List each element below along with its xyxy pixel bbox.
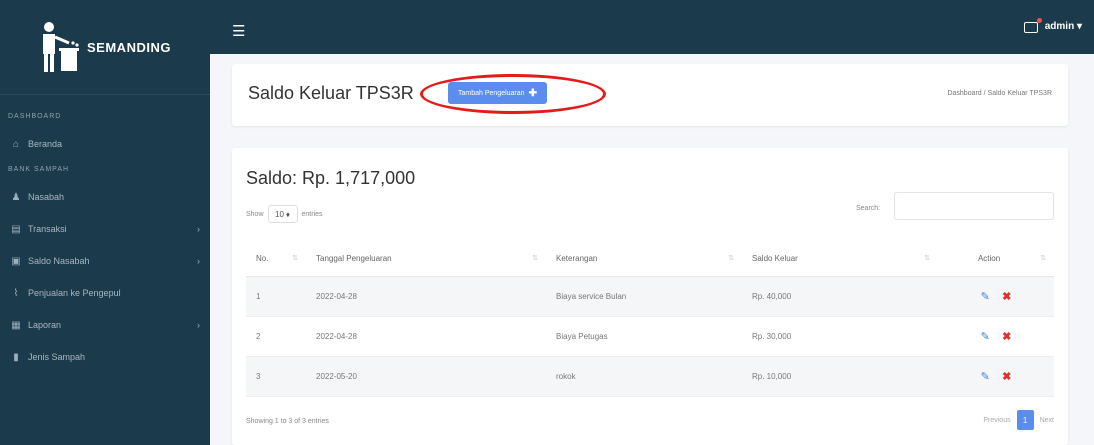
sidebar-section-bank-sampah: BANK SAMPAH <box>8 166 70 173</box>
trash-icon: ▮ <box>13 351 19 363</box>
page-header: Saldo Keluar TPS3R Tambah Pengeluaran ✚ … <box>232 64 1068 126</box>
select-arrow-icon: ♦ <box>285 209 291 219</box>
cell-action: ✎ ✖ <box>938 276 1054 316</box>
table-info: Showing 1 to 3 of 3 entries <box>246 418 329 425</box>
cell-no: 1 <box>256 291 261 301</box>
cell-no: 2 <box>256 331 261 341</box>
users-icon: ♟ <box>11 191 21 203</box>
delete-icon[interactable]: ✖ <box>1002 290 1011 303</box>
table-row: 2 2022-04-28 Biaya Petugas Rp. 30,000 ✎ … <box>246 316 1054 356</box>
expense-table: No. ⇅ Tanggal Pengeluaran ⇅ Keterangan ⇅ Sa… <box>246 242 1054 397</box>
sidebar-item-label: Beranda <box>28 139 63 149</box>
entries-value: 10 <box>275 209 284 219</box>
cell-tanggal: 2022-04-28 <box>316 291 357 301</box>
search-label: Search: <box>856 205 881 212</box>
saldo-total: Saldo: Rp. 1,717,000 <box>246 168 416 188</box>
notification-dot <box>1037 18 1042 23</box>
sort-icon: ⇅ <box>728 255 734 263</box>
edit-icon[interactable]: ✎ <box>981 290 990 303</box>
cell-saldo: Rp. 40,000 <box>752 291 792 301</box>
report-icon: ▦ <box>11 319 21 331</box>
sort-icon: ⇅ <box>532 255 538 263</box>
cell-tanggal: 2022-04-28 <box>316 331 357 341</box>
pagination: Previous 1 Next <box>983 410 1054 430</box>
main-card: Saldo: Rp. 1,717,000 Show 10 ♦ entries S… <box>232 148 1068 445</box>
mail-icon[interactable] <box>1024 22 1038 33</box>
table-row: 3 2022-05-20 rokok Rp. 10,000 ✎ ✖ <box>246 356 1054 396</box>
entries-select[interactable]: 10 ♦ <box>267 205 298 223</box>
sort-icon: ⇅ <box>924 255 930 263</box>
brand-logo: SEMANDING <box>39 19 171 75</box>
pagination-previous[interactable]: Previous <box>983 417 1010 424</box>
caret-down-icon: ▾ <box>1076 21 1082 32</box>
entries-label: entries <box>301 210 323 218</box>
chevron-right-icon: › <box>197 256 200 266</box>
sidebar-item-nasabah[interactable]: ♟ Nasabah <box>0 181 210 213</box>
breadcrumb: Dashboard / Saldo Keluar TPS3R <box>947 90 1052 97</box>
show-label: Show <box>246 210 264 218</box>
sidebar-item-beranda[interactable]: ⌂ Beranda <box>0 128 210 160</box>
trash-person-logo-icon <box>43 22 80 72</box>
sidebar: SEMANDING DASHBOARD ⌂ Beranda BANK SAMPA… <box>0 0 210 445</box>
topbar: ☰ admin ▾ <box>210 0 1094 54</box>
sort-icon: ⇅ <box>292 255 298 263</box>
cell-action: ✎ ✖ <box>938 316 1054 356</box>
clipboard-icon: ▤ <box>11 223 21 235</box>
column-header-saldo[interactable]: Saldo Keluar ⇅ <box>742 242 938 276</box>
chart-icon: ⌇ <box>13 287 19 299</box>
pagination-page-1[interactable]: 1 <box>1016 410 1034 430</box>
highlight-annotation <box>420 74 606 114</box>
cell-keterangan: Biaya service Bulan <box>556 291 627 301</box>
sidebar-item-label: Saldo Nasabah <box>28 256 90 266</box>
sidebar-item-laporan[interactable]: ▦ Laporan › <box>0 309 210 341</box>
sort-icon: ⇅ <box>1040 255 1046 263</box>
chevron-right-icon: › <box>197 320 200 330</box>
menu-toggle-icon[interactable]: ☰ <box>232 22 245 40</box>
cell-action: ✎ ✖ <box>938 356 1054 396</box>
sidebar-section-dashboard: DASHBOARD <box>8 113 62 120</box>
cell-tanggal: 2022-05-20 <box>316 371 357 381</box>
delete-icon[interactable]: ✖ <box>1002 370 1011 383</box>
entries-control: Show 10 ♦ entries <box>246 205 323 223</box>
brand-name: SEMANDING <box>87 39 171 55</box>
table-header-row: No. ⇅ Tanggal Pengeluaran ⇅ Keterangan ⇅ Sa… <box>246 242 1054 276</box>
pagination-next[interactable]: Next <box>1040 417 1054 424</box>
sidebar-item-saldo-nasabah[interactable]: ▣ Saldo Nasabah › <box>0 245 210 277</box>
sidebar-item-penjualan[interactable]: ⌇ Penjualan ke Pengepul <box>0 277 210 309</box>
cell-saldo: Rp. 30,000 <box>752 331 792 341</box>
page-title: Saldo Keluar TPS3R <box>248 83 414 103</box>
username: admin <box>1044 21 1075 32</box>
cell-keterangan: Biaya Petugas <box>556 331 608 341</box>
column-header-keterangan[interactable]: Keterangan ⇅ <box>546 242 742 276</box>
sidebar-item-label: Transaksi <box>28 224 67 234</box>
delete-icon[interactable]: ✖ <box>1002 330 1011 343</box>
table-row: 1 2022-04-28 Biaya service Bulan Rp. 40,… <box>246 276 1054 316</box>
sidebar-item-transaksi[interactable]: ▤ Transaksi › <box>0 213 210 245</box>
sidebar-item-label: Penjualan ke Pengepul <box>28 288 121 298</box>
chevron-right-icon: › <box>197 224 200 234</box>
wallet-icon: ▣ <box>11 255 21 267</box>
home-icon: ⌂ <box>12 138 20 150</box>
search-input[interactable] <box>894 192 1054 220</box>
cell-keterangan: rokok <box>556 371 576 381</box>
sidebar-item-jenis-sampah[interactable]: ▮ Jenis Sampah <box>0 341 210 373</box>
cell-saldo: Rp. 10,000 <box>752 371 792 381</box>
edit-icon[interactable]: ✎ <box>981 370 990 383</box>
sidebar-item-label: Laporan <box>28 320 62 330</box>
cell-no: 3 <box>256 371 261 381</box>
column-header-tanggal[interactable]: Tanggal Pengeluaran ⇅ <box>306 242 546 276</box>
sidebar-item-label: Jenis Sampah <box>28 352 86 362</box>
column-header-action[interactable]: Action ⇅ <box>938 242 1054 276</box>
brand[interactable]: SEMANDING <box>0 0 210 95</box>
column-header-no[interactable]: No. ⇅ <box>246 242 306 276</box>
user-menu[interactable]: admin ▾ <box>1045 21 1082 32</box>
sidebar-item-label: Nasabah <box>28 192 65 202</box>
edit-icon[interactable]: ✎ <box>981 330 990 343</box>
